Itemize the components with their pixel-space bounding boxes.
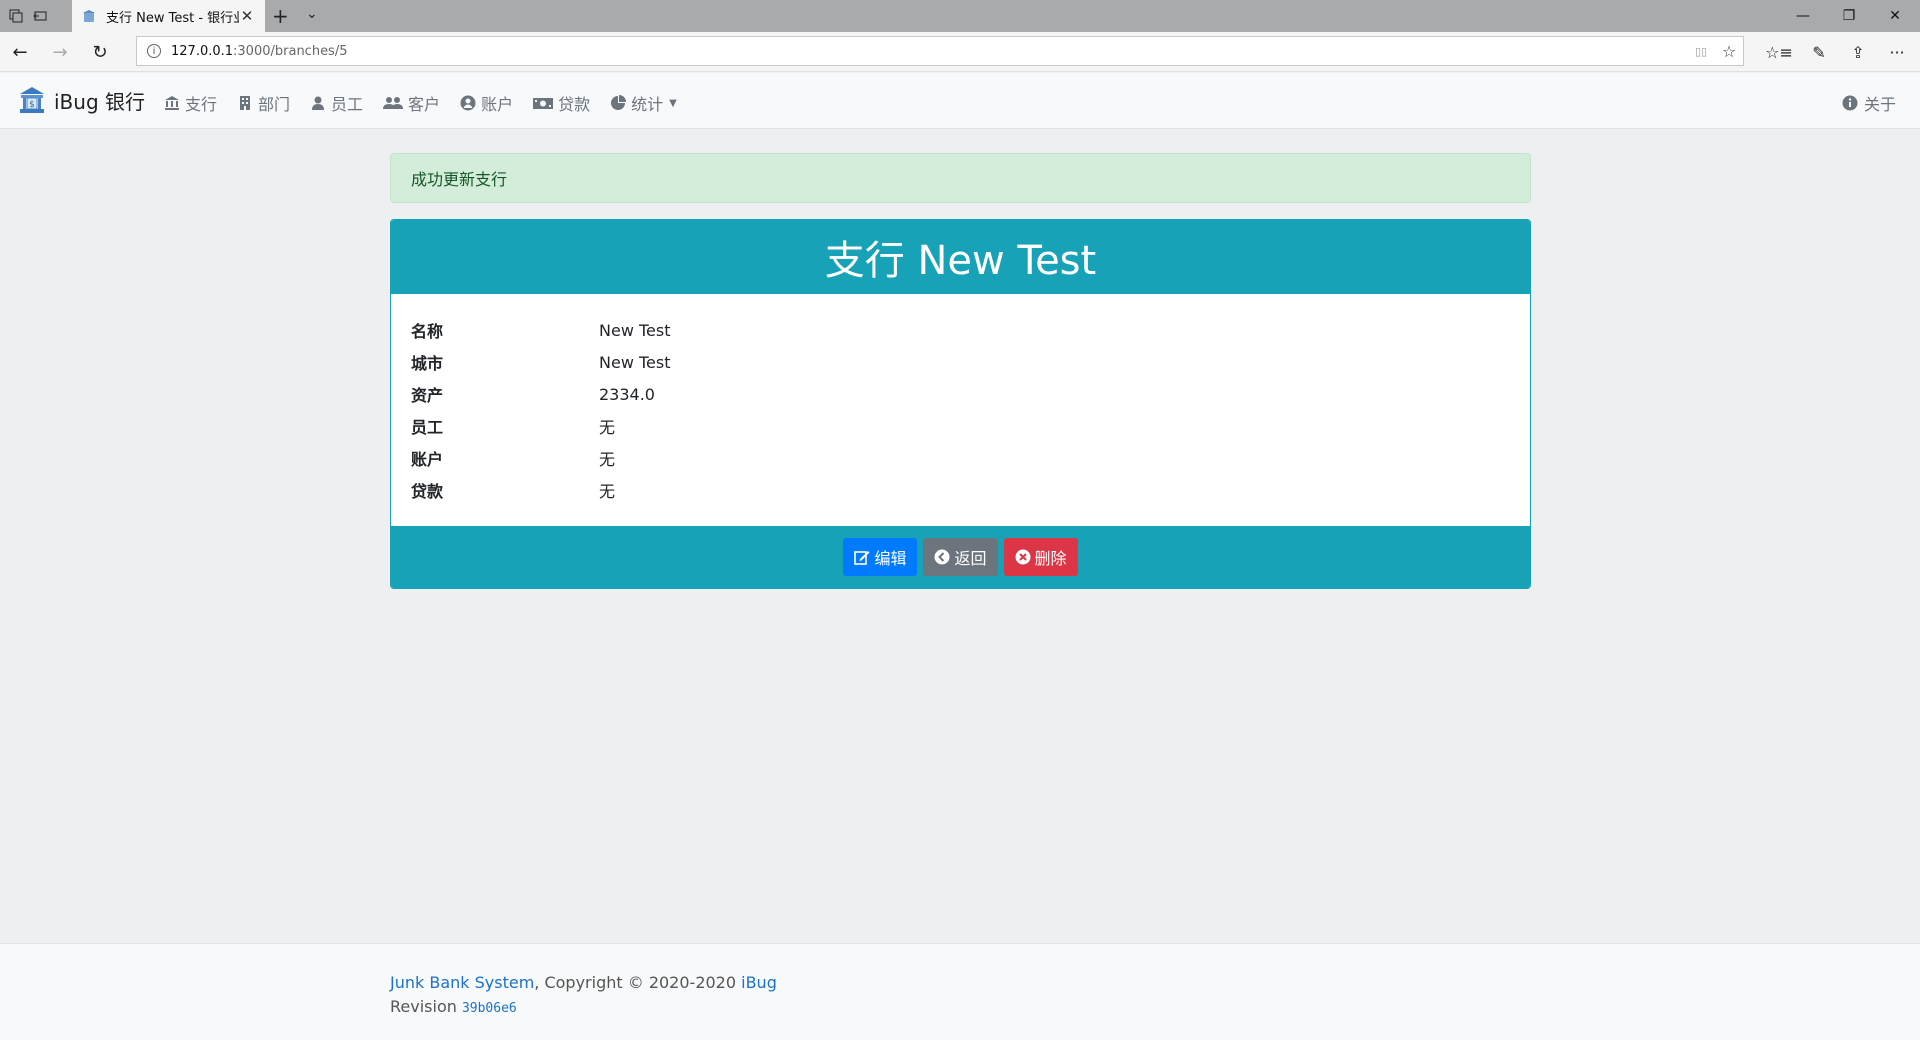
nav-item-loans[interactable]: 贷款 <box>533 91 590 115</box>
share-icon[interactable]: ⇪ <box>1845 40 1871 64</box>
set-aside-tabs-icon[interactable] <box>30 6 50 26</box>
chevron-left-circle-icon <box>934 549 950 565</box>
user-circle-icon <box>460 95 476 111</box>
page-footer: Junk Bank System, Copyright © 2020-2020 … <box>0 943 1920 1040</box>
browser-tab-active[interactable]: 支行 New Test - 银行业! ✕ <box>72 0 265 32</box>
url-field[interactable]: i 127.0.0.1:3000/branches/5 ▯▯ ☆ <box>136 36 1744 66</box>
back-button[interactable]: ← <box>8 40 32 64</box>
detail-row-accounts: 账户 无 <box>411 442 1510 474</box>
field-value: 无 <box>599 482 616 501</box>
detail-row-employees: 员工 无 <box>411 410 1510 442</box>
field-value: New Test <box>599 352 671 372</box>
minimize-button[interactable]: — <box>1780 0 1826 32</box>
nav-item-accounts[interactable]: 账户 <box>460 91 513 115</box>
detail-row-city: 城市 New Test <box>411 346 1510 378</box>
alert-message: 成功更新支行 <box>411 170 508 189</box>
nav-item-customers[interactable]: 客户 <box>383 91 440 115</box>
site-info-icon[interactable]: i <box>147 44 161 58</box>
bank-icon <box>165 96 179 110</box>
detail-row-name: 名称 New Test <box>411 314 1510 346</box>
detail-row-assets: 资产 2334.0 <box>411 378 1510 410</box>
edit-icon <box>854 551 870 565</box>
card-title: 支行 New Test <box>391 220 1530 294</box>
building-icon <box>240 96 251 110</box>
field-value: 无 <box>599 418 616 437</box>
bank-favicon-icon <box>83 10 95 22</box>
field-value: 2334.0 <box>599 384 655 404</box>
tab-close-icon[interactable]: ✕ <box>239 7 255 25</box>
info-circle-icon <box>1842 95 1858 111</box>
back-to-list-button[interactable]: 返回 <box>923 538 998 576</box>
favorites-list-icon[interactable]: ☆≡ <box>1765 40 1793 64</box>
field-label: 贷款 <box>411 482 444 501</box>
browser-tab-bar: 支行 New Test - 银行业! ✕ + ⌄ — ❐ ✕ <box>0 0 1920 32</box>
success-alert: 成功更新支行 <box>390 153 1531 203</box>
tab-title: 支行 New Test - 银行业! <box>106 10 239 26</box>
browser-address-bar: ← → ↻ i 127.0.0.1:3000/branches/5 ▯▯ ☆ ☆… <box>0 32 1920 72</box>
app-navbar: $ iBug 银行 支行 部门 员工 客户 账户 贷款 统计 ▼ 关于 <box>0 73 1920 129</box>
field-label: 员工 <box>411 418 444 437</box>
field-value: 无 <box>599 450 616 469</box>
brand-name: iBug 银行 <box>54 89 146 114</box>
user-icon <box>312 96 325 110</box>
detail-row-loans: 贷款 无 <box>411 474 1510 506</box>
copyright-text: , Copyright © 2020-2020 <box>534 973 742 992</box>
field-label: 账户 <box>411 450 444 469</box>
url-text[interactable]: 127.0.0.1:3000/branches/5 <box>171 44 1687 59</box>
nav-item-departments[interactable]: 部门 <box>237 91 290 115</box>
money-icon <box>533 98 554 109</box>
restore-button[interactable]: ❐ <box>1826 0 1872 32</box>
field-label: 资产 <box>411 386 444 405</box>
tab-manager-icon[interactable] <box>6 6 26 26</box>
forward-button[interactable]: → <box>48 40 72 64</box>
more-icon[interactable]: ··· <box>1884 40 1910 64</box>
svg-text:$: $ <box>29 100 35 110</box>
edit-button[interactable]: 编辑 <box>843 538 918 576</box>
chevron-down-icon: ▼ <box>669 97 677 109</box>
nav-item-branches[interactable]: 支行 <box>164 91 217 115</box>
delete-button[interactable]: 删除 <box>1003 538 1078 576</box>
field-label: 名称 <box>411 322 444 341</box>
revision-link[interactable]: 39b06e6 <box>462 1001 517 1016</box>
times-circle-icon <box>1015 549 1030 565</box>
favorite-star-icon[interactable]: ☆ <box>1715 42 1743 61</box>
field-value: New Test <box>599 320 671 340</box>
nav-item-employees[interactable]: 员工 <box>310 91 363 115</box>
nav-item-about[interactable]: 关于 <box>1842 91 1896 115</box>
users-icon <box>383 97 404 109</box>
branch-detail-list: 名称 New Test 城市 New Test 资产 2334.0 员工 无 账… <box>391 294 1530 506</box>
revision-label: Revision <box>390 997 462 1016</box>
close-window-button[interactable]: ✕ <box>1872 0 1918 32</box>
card-actions: 编辑 返回 删除 <box>391 526 1530 588</box>
nav-item-statistics-dropdown[interactable]: 统计 ▼ <box>610 91 677 115</box>
field-label: 城市 <box>411 354 444 373</box>
bank-logo-icon: $ <box>20 87 44 113</box>
main-nav: 支行 部门 员工 客户 账户 贷款 统计 ▼ <box>164 91 677 115</box>
branch-detail-card: 支行 New Test 名称 New Test 城市 New Test 资产 2… <box>390 219 1531 589</box>
footer-text: Junk Bank System, Copyright © 2020-2020 … <box>390 971 777 1021</box>
author-link[interactable]: iBug <box>741 973 777 992</box>
pie-chart-icon <box>611 95 627 110</box>
brand-link[interactable]: $ iBug 银行 <box>18 85 145 115</box>
refresh-button[interactable]: ↻ <box>88 40 112 64</box>
pen-icon[interactable]: ✎ <box>1806 40 1832 64</box>
reading-view-icon[interactable]: ▯▯ <box>1687 45 1715 58</box>
new-tab-button[interactable]: + <box>272 4 289 28</box>
tab-list-chevron-icon[interactable]: ⌄ <box>306 6 318 22</box>
system-link[interactable]: Junk Bank System <box>390 973 534 992</box>
